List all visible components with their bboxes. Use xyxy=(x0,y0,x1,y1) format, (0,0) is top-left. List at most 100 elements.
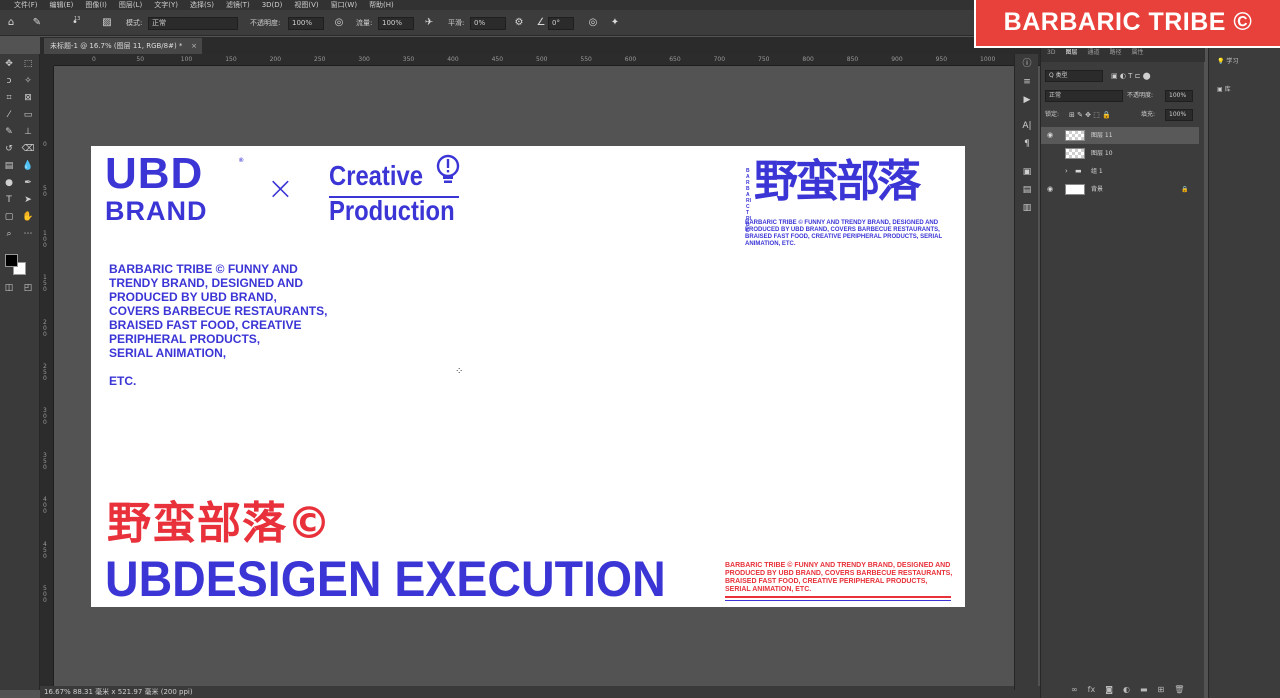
new-layer-icon[interactable]: ⊞ xyxy=(1158,685,1165,694)
home-icon[interactable]: ⌂ xyxy=(4,16,18,30)
ruler-horizontal: 0 50 100 150 200 250 300 350 400 450 500 550 600 650 7… xyxy=(54,54,1040,66)
history-brush-icon[interactable]: ↺ xyxy=(2,143,16,156)
actions-play-icon[interactable]: ▶ xyxy=(1021,94,1033,106)
blend-mode-select[interactable]: 正常 xyxy=(1045,90,1123,102)
screen-mode-icon[interactable]: ◰ xyxy=(21,282,35,295)
ruler-tick-label: 1 5 0 xyxy=(43,274,47,294)
angle-input[interactable]: 0° xyxy=(548,17,574,30)
library-item[interactable]: ▣ 库 xyxy=(1217,84,1231,93)
canvas-area[interactable]: UBD BRAND ® × Creative Production BARBAR… xyxy=(54,66,1040,686)
brush-panel-icon[interactable]: ▨ xyxy=(100,16,114,30)
marquee-tool-icon[interactable]: ⬚ xyxy=(21,58,35,71)
layer-row[interactable]: › ▬ 组 1 xyxy=(1041,163,1199,180)
blur-tool-icon[interactable]: 💧 xyxy=(21,160,35,173)
flow-input[interactable]: 100% xyxy=(378,17,414,30)
ubd-logo-line2: BRAND xyxy=(105,196,208,226)
mode-select[interactable]: 正常 xyxy=(148,17,238,30)
new-group-icon[interactable]: ▬ xyxy=(1140,685,1148,694)
adjustment-layer-icon[interactable]: ◐ xyxy=(1123,685,1130,694)
logo-chinese-text: 野蛮部落 xyxy=(754,156,921,207)
layer-row[interactable]: ◉ 图层 11 xyxy=(1041,127,1199,144)
smooth-label: 平滑: xyxy=(448,19,465,27)
layer-filter-select[interactable]: Q 类型 xyxy=(1045,70,1103,82)
quick-mask-icon[interactable]: ◫ xyxy=(2,282,16,295)
menu-item[interactable]: 帮助(H) xyxy=(369,0,394,10)
filter-icons[interactable]: ▣ ◐ T ⊏ ⬤ xyxy=(1111,69,1151,83)
lock-icons[interactable]: ⊞ ✎ ✥ ⬚ 🔒 xyxy=(1069,108,1111,122)
ruler-tick-label: 100 xyxy=(180,56,193,63)
pressure-size-icon[interactable]: ◎ xyxy=(586,16,600,30)
learn-item[interactable]: 💡 学习 xyxy=(1217,56,1238,65)
visibility-eye-icon[interactable]: ◉ xyxy=(1047,181,1053,198)
production-text: Production xyxy=(329,195,455,226)
gradient-tool-icon[interactable]: ▤ xyxy=(2,160,16,173)
layer-name: 图层 10 xyxy=(1091,150,1113,157)
fill-input[interactable]: 100% xyxy=(1165,109,1193,121)
ubd-brand-logo: UBD BRAND ® xyxy=(105,152,243,226)
hand-tool-icon[interactable]: ✋ xyxy=(21,211,35,224)
tools-panel: ✥ ⬚ ↄ ✧ ⌗ ⊠ ⁄ ▭ ✎ ⊥ ↺ ⌫ ▤ 💧 ● ✒ T ➤ ▢ ✋ … xyxy=(0,54,40,690)
delete-layer-icon[interactable]: 🗑 xyxy=(1174,685,1184,694)
eyedropper-tool-icon[interactable]: ⁄ xyxy=(2,109,16,122)
mask-icon[interactable]: ◙ xyxy=(1105,685,1113,694)
dodge-tool-icon[interactable]: ● xyxy=(2,177,16,190)
character-icon[interactable]: A| xyxy=(1021,120,1033,132)
move-tool-icon[interactable]: ✥ xyxy=(2,58,16,71)
patch-tool-icon[interactable]: ▭ xyxy=(21,109,35,122)
close-tab-icon[interactable]: × xyxy=(191,38,197,54)
swatches-icon[interactable]: ▣ xyxy=(1021,166,1033,178)
zoom-tool-icon[interactable]: ⌕ xyxy=(2,228,16,241)
ruler-tick-label: 2 5 0 xyxy=(43,363,47,382)
properties-icon[interactable]: ▥ xyxy=(1021,202,1033,214)
fx-icon[interactable]: fx xyxy=(1088,685,1096,694)
menu-item[interactable]: 窗口(W) xyxy=(331,0,357,10)
link-layers-icon[interactable]: ∞ xyxy=(1071,685,1078,694)
crop-tool-icon[interactable]: ⌗ xyxy=(2,92,16,105)
airbrush-icon[interactable]: ✈ xyxy=(422,16,436,30)
ruler-tick-label: 350 xyxy=(402,56,415,63)
document-tab-title: 未标题-1 @ 16.7% (图层 11, RGB/8#) * xyxy=(50,42,183,50)
glyphs-icon[interactable]: ▤ xyxy=(1021,184,1033,196)
eraser-tool-icon[interactable]: ⌫ xyxy=(21,143,35,156)
adjustments-icon[interactable]: ≡ xyxy=(1021,76,1033,88)
menu-item[interactable]: 图像(I) xyxy=(85,0,107,10)
menu-item[interactable]: 文件(F) xyxy=(14,0,38,10)
stamp-tool-icon[interactable]: ⊥ xyxy=(21,126,35,139)
layers-footer-buttons: ∞ fx ◙ ◐ ▬ ⊞ 🗑 xyxy=(1071,685,1184,694)
paragraph-icon[interactable]: ¶ xyxy=(1021,138,1033,150)
layer-row[interactable]: ◉ 背景 🔒 xyxy=(1041,181,1199,198)
ruler-tick-label: 800 xyxy=(802,56,814,63)
frame-tool-icon[interactable]: ⊠ xyxy=(21,92,35,105)
brush-tool-icon[interactable]: ✎ xyxy=(2,126,16,139)
lasso-tool-icon[interactable]: ↄ xyxy=(2,75,16,88)
magic-wand-tool-icon[interactable]: ✧ xyxy=(21,75,35,88)
ruler-tick-label: 5 0 xyxy=(43,185,47,199)
info-icon[interactable]: ⓘ xyxy=(1021,58,1033,70)
menu-item[interactable]: 图层(L) xyxy=(119,0,142,10)
expand-group-chevron-icon[interactable]: › xyxy=(1065,163,1068,180)
document-tab[interactable]: 未标题-1 @ 16.7% (图层 11, RGB/8#) * × xyxy=(44,38,202,54)
artboard[interactable]: UBD BRAND ® × Creative Production BARBAR… xyxy=(91,146,965,607)
visibility-eye-icon[interactable]: ◉ xyxy=(1047,127,1053,144)
menu-item[interactable]: 选择(S) xyxy=(190,0,214,10)
menu-item[interactable]: 编辑(E) xyxy=(50,0,74,10)
opacity-input[interactable]: 100% xyxy=(288,17,324,30)
brush-tool-icon[interactable]: ✎ xyxy=(30,16,44,30)
layer-thumbnail xyxy=(1065,184,1085,195)
smooth-input[interactable]: 0% xyxy=(470,17,506,30)
more-tools-icon[interactable]: ⋯ xyxy=(21,228,35,241)
path-selection-icon[interactable]: ➤ xyxy=(21,194,35,207)
foreground-color-swatch[interactable] xyxy=(5,254,18,267)
menu-item[interactable]: 滤镜(T) xyxy=(226,0,250,10)
menu-item[interactable]: 3D(D) xyxy=(262,0,283,10)
pen-tool-icon[interactable]: ✒ xyxy=(21,177,35,190)
menu-item[interactable]: 文字(Y) xyxy=(154,0,178,10)
layer-opacity-input[interactable]: 100% xyxy=(1165,90,1193,102)
type-tool-icon[interactable]: T xyxy=(2,194,16,207)
symmetry-icon[interactable]: ✦ xyxy=(608,16,622,30)
layer-row[interactable]: 图层 10 xyxy=(1041,145,1199,162)
smoothing-settings-icon[interactable]: ⚙ xyxy=(512,16,526,30)
rectangle-tool-icon[interactable]: ▢ xyxy=(2,211,16,224)
pressure-opacity-icon[interactable]: ◎ xyxy=(332,16,346,30)
menu-item[interactable]: 视图(V) xyxy=(294,0,318,10)
